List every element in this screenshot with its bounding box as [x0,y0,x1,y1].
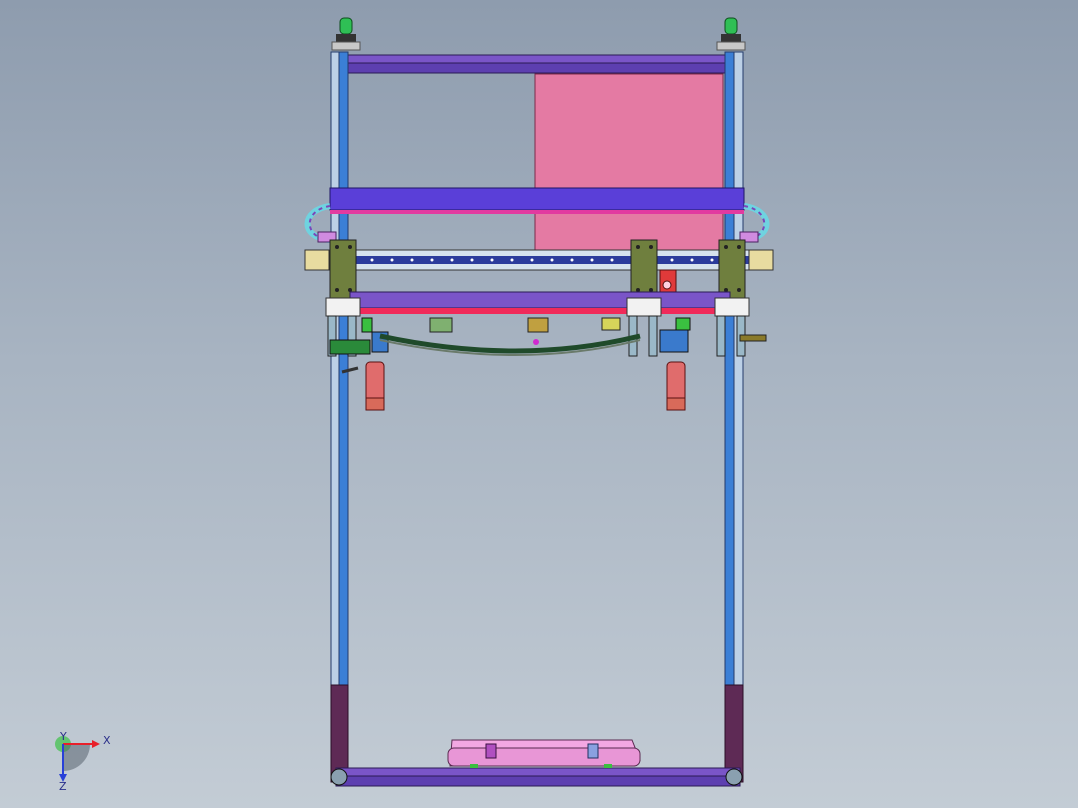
linear-guide-rail[interactable] [304,249,774,271]
top-crossbeam[interactable] [345,54,729,74]
axis-triad: X Y Z [55,730,111,793]
pink-tray[interactable] [447,739,641,768]
cylinder-right[interactable] [666,361,686,411]
leveling-foot-left[interactable] [331,17,361,51]
bottom-crossbeam[interactable] [335,767,741,787]
clamp-plate-left[interactable] [325,297,361,317]
leveling-foot-right[interactable] [716,17,746,51]
triad-y-label: Y [59,730,67,743]
frame-post-left[interactable] [330,51,349,783]
carriage-block-left[interactable] [329,239,357,299]
carriage-block-right[interactable] [718,239,746,299]
gripper-assembly-right[interactable] [716,315,767,357]
pink-back-panel[interactable] [534,73,724,255]
carriage-block-middle[interactable] [630,239,658,299]
frame-post-right[interactable] [724,51,744,783]
main-violet-beam[interactable] [329,187,745,214]
clamp-plate-middle[interactable] [626,297,662,317]
cad-viewport[interactable]: X Y Z [0,0,1078,808]
lower-crossbeam[interactable] [349,291,731,314]
caster-left[interactable] [330,768,348,786]
caster-right[interactable] [725,768,743,786]
triad-x-label: X [103,734,111,747]
triad-z-label: Z [59,780,67,793]
clamp-plate-right[interactable] [714,297,750,317]
